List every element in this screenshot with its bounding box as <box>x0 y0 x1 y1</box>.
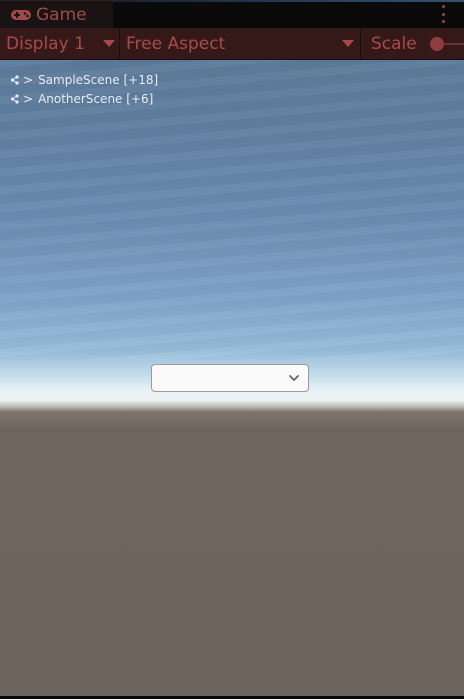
display-dropdown[interactable]: Display 1 <box>0 28 120 59</box>
scale-slider-thumb[interactable] <box>430 37 444 51</box>
game-toolbar: Display 1 Free Aspect Scale <box>0 28 464 60</box>
scale-label: Scale <box>371 33 417 54</box>
more-options-icon[interactable] <box>440 5 446 23</box>
scene-graph-icon <box>10 94 20 104</box>
game-viewport[interactable]: > SampleScene [+18] > AnotherScene [+6] <box>0 60 464 696</box>
chevron-down-icon <box>342 40 354 47</box>
tab-bar: Game <box>0 0 464 28</box>
aspect-dropdown[interactable]: Free Aspect <box>121 28 361 59</box>
tab-game[interactable]: Game <box>0 0 113 28</box>
display-label: Display 1 <box>6 33 85 54</box>
ui-dropdown[interactable] <box>151 364 309 392</box>
scene-item-another[interactable]: > AnotherScene [+6] <box>10 92 153 106</box>
chevron-down-icon <box>289 375 299 382</box>
expand-arrow-icon[interactable]: > <box>23 73 33 87</box>
gamepad-icon <box>10 8 32 22</box>
expand-arrow-icon[interactable]: > <box>23 92 33 106</box>
scene-label: AnotherScene [+6] <box>38 92 154 106</box>
tab-strip-highlight <box>113 0 464 2</box>
scene-graph-icon <box>10 75 20 85</box>
scene-item-sample[interactable]: > SampleScene [+18] <box>10 73 158 87</box>
scene-label: SampleScene [+18] <box>38 73 159 87</box>
scale-control: Scale <box>362 28 464 59</box>
tab-label: Game <box>36 4 87 25</box>
aspect-label: Free Aspect <box>126 33 226 54</box>
game-window: Game Display 1 Free Aspect Scale > Sampl… <box>0 0 464 699</box>
chevron-down-icon <box>103 40 115 47</box>
